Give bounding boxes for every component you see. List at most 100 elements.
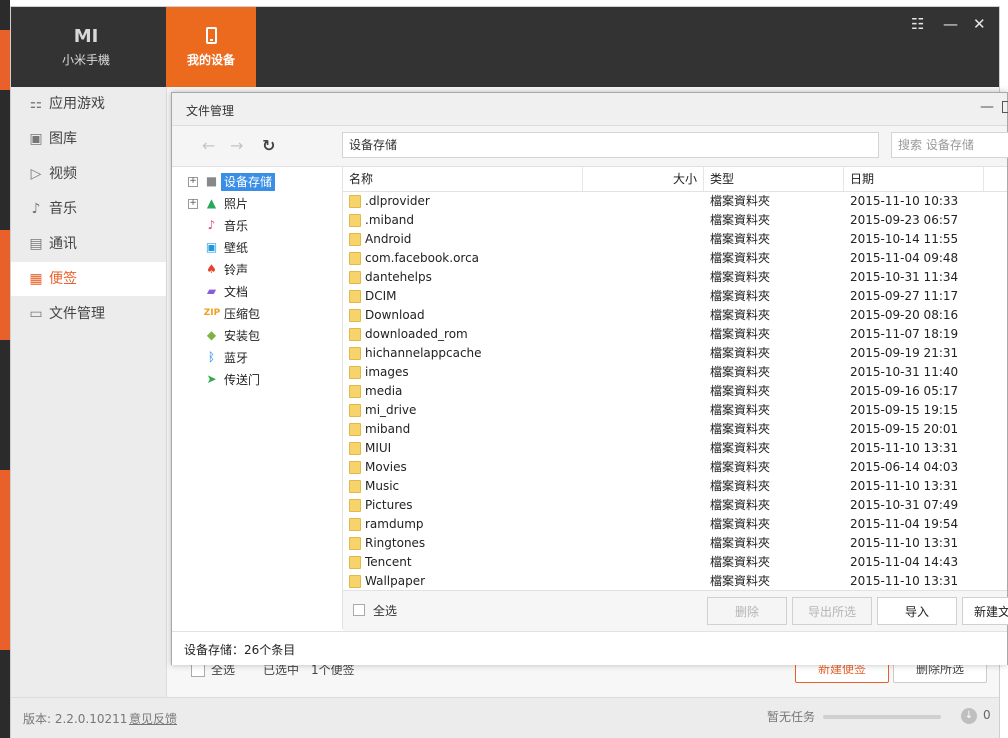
tree-item[interactable]: ◆ 安装包 — [172, 325, 342, 347]
file-date: 2015-11-04 19:54 — [850, 517, 959, 531]
file-name: hichannelappcache — [365, 346, 482, 360]
tab-phone[interactable]: MI 小米手機 — [41, 7, 131, 87]
import-button[interactable]: 导入 — [877, 597, 957, 625]
new-folder-button[interactable]: 新建文 — [962, 597, 1008, 625]
menu-icon[interactable]: ☷ — [911, 15, 924, 33]
forward-arrow-icon[interactable]: → — [230, 136, 243, 155]
file-name: Download — [365, 308, 425, 322]
table-row[interactable]: downloaded_rom 檔案資料夾 2015-11-07 18:19 — [343, 325, 1007, 344]
table-row[interactable]: dantehelps 檔案資料夾 2015-10-31 11:34 — [343, 268, 1007, 287]
table-row[interactable]: com.facebook.orca 檔案資料夾 2015-11-04 09:48 — [343, 249, 1007, 268]
search-input[interactable]: 搜索 设备存储 — [891, 132, 1008, 158]
file-type: 檔案資料夾 — [710, 308, 771, 322]
file-type: 檔案資料夾 — [710, 251, 771, 265]
download-icon[interactable]: ↓ — [961, 708, 977, 724]
tree-item-label: 照片 — [224, 197, 249, 211]
file-name: images — [365, 365, 409, 379]
minimize-button[interactable]: — — [943, 15, 958, 33]
sidebar-item-2[interactable]: ▷ 视频 — [11, 157, 166, 191]
table-row[interactable]: Tencent 檔案資料夾 2015-11-04 14:43 — [343, 553, 1007, 572]
file-date: 2015-09-20 08:16 — [850, 308, 959, 322]
feedback-link[interactable]: 意见反馈 — [129, 710, 177, 727]
tree-item[interactable]: ZIP 压缩包 — [172, 303, 342, 325]
table-row[interactable]: images 檔案資料夾 2015-10-31 11:40 — [343, 363, 1007, 382]
dialog-title: 文件管理 — [186, 104, 235, 118]
expand-icon[interactable]: + — [188, 199, 198, 209]
file-type: 檔案資料夾 — [710, 517, 771, 531]
download-count: 0 — [983, 708, 991, 722]
path-bar[interactable]: 设备存储 — [342, 132, 879, 158]
delete-button[interactable]: 删除 — [707, 597, 787, 625]
tree-item[interactable]: ᛒ 蓝牙 — [172, 347, 342, 369]
folder-icon — [349, 480, 361, 493]
tree-item-label: 音乐 — [224, 219, 249, 233]
apps-grid-icon: ⚏ — [29, 96, 43, 112]
table-row[interactable]: Pictures 檔案資料夾 2015-10-31 07:49 — [343, 496, 1007, 515]
file-name: DCIM — [365, 289, 397, 303]
table-row[interactable]: DCIM 檔案資料夾 2015-09-27 11:17 — [343, 287, 1007, 306]
sidebar-item-label: 音乐 — [49, 201, 77, 217]
file-type: 檔案資料夾 — [710, 346, 771, 360]
file-type: 檔案資料夾 — [710, 213, 771, 227]
sidebar-item-6[interactable]: ▭ 文件管理 — [11, 297, 166, 331]
column-date[interactable]: 日期 — [844, 167, 984, 191]
table-row[interactable]: miband 檔案資料夾 2015-09-15 20:01 — [343, 420, 1007, 439]
back-arrow-icon[interactable]: ← — [202, 136, 215, 155]
column-size[interactable]: 大小 — [583, 167, 704, 191]
tree-item[interactable]: ♠ 铃声 — [172, 259, 342, 281]
folder-icon — [349, 214, 361, 227]
tree-item[interactable]: ♪ 音乐 — [172, 215, 342, 237]
folder-icon — [349, 252, 361, 265]
file-date: 2015-10-31 11:34 — [850, 270, 959, 284]
table-row[interactable]: Wallpaper 檔案資料夾 2015-11-10 13:31 — [343, 572, 1007, 589]
table-row[interactable]: ramdump 檔案資料夾 2015-11-04 19:54 — [343, 515, 1007, 534]
table-row[interactable]: Music 檔案資料夾 2015-11-10 13:31 — [343, 477, 1007, 496]
close-button[interactable]: ✕ — [973, 15, 986, 33]
document-icon: ▰ — [206, 284, 217, 298]
file-name: mi_drive — [365, 403, 417, 417]
refresh-icon[interactable]: ↻ — [262, 136, 275, 155]
bluetooth-icon: ᛒ — [207, 350, 216, 364]
file-list-header: 名称 大小 类型 日期 — [343, 167, 1007, 192]
dialog-minimize-button[interactable]: — — [980, 99, 994, 115]
table-row[interactable]: .dlprovider 檔案資料夾 2015-11-10 10:33 — [343, 192, 1007, 211]
table-row[interactable]: Ringtones 檔案資料夾 2015-11-10 13:31 — [343, 534, 1007, 553]
tree-item[interactable]: + ▲ 照片 — [172, 193, 342, 215]
sidebar-item-3[interactable]: ♪ 音乐 — [11, 192, 166, 226]
dialog-maximize-button[interactable] — [1002, 101, 1008, 113]
sidebar-item-1[interactable]: ▣ 图库 — [11, 122, 166, 156]
file-name: dantehelps — [365, 270, 432, 284]
sidebar-item-0[interactable]: ⚏ 应用游戏 — [11, 87, 166, 121]
table-row[interactable]: Android 檔案資料夾 2015-10-14 11:55 — [343, 230, 1007, 249]
folder-icon — [349, 556, 361, 569]
file-type: 檔案資料夾 — [710, 365, 771, 379]
table-row[interactable]: Movies 檔案資料夾 2015-06-14 04:03 — [343, 458, 1007, 477]
folder-icon — [349, 461, 361, 474]
folder-icon — [349, 271, 361, 284]
sidebar-item-5[interactable]: ▦ 便签 — [11, 262, 166, 296]
table-row[interactable]: mi_drive 檔案資料夾 2015-09-15 19:15 — [343, 401, 1007, 420]
tree-item[interactable]: ▰ 文档 — [172, 281, 342, 303]
table-row[interactable]: .miband 檔案資料夾 2015-09-23 06:57 — [343, 211, 1007, 230]
column-type[interactable]: 类型 — [704, 167, 844, 191]
table-row[interactable]: MIUI 檔案資料夾 2015-11-10 13:31 — [343, 439, 1007, 458]
file-name: Tencent — [365, 555, 412, 569]
tree-item[interactable]: ▣ 壁纸 — [172, 237, 342, 259]
table-row[interactable]: media 檔案資料夾 2015-09-16 05:17 — [343, 382, 1007, 401]
expand-icon[interactable]: + — [188, 177, 198, 187]
tree-item[interactable]: ➤ 传送门 — [172, 369, 342, 391]
export-selected-button[interactable]: 导出所选 — [792, 597, 872, 625]
table-row[interactable]: hichannelappcache 檔案資料夾 2015-09-19 21:31 — [343, 344, 1007, 363]
sidebar-item-4[interactable]: ▤ 通讯 — [11, 227, 166, 261]
folder-icon — [349, 347, 361, 360]
column-name[interactable]: 名称 — [343, 167, 583, 191]
select-all-checkbox[interactable] — [353, 604, 365, 616]
status-footer: 版本: 2.2.0.10211 意见反馈 暂无任务 ↓ 0 — [11, 697, 999, 738]
notes-select-all-checkbox[interactable] — [191, 663, 205, 677]
tab-my-device[interactable]: 我的设备 — [166, 7, 256, 87]
picture-icon: ▣ — [29, 131, 43, 147]
tree-item[interactable]: + ■ 设备存储 — [172, 171, 342, 193]
task-progress-bar — [823, 715, 941, 719]
file-date: 2015-11-10 13:31 — [850, 479, 959, 493]
table-row[interactable]: Download 檔案資料夾 2015-09-20 08:16 — [343, 306, 1007, 325]
